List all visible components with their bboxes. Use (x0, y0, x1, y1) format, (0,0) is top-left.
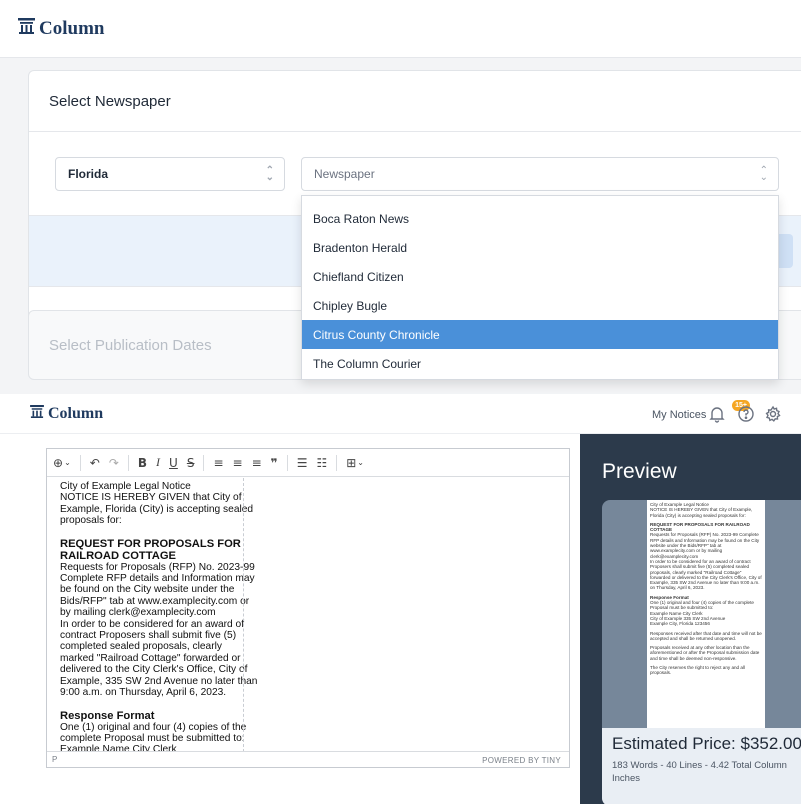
state-select[interactable]: Florida ⌃ ⌄ (55, 157, 285, 191)
preview-title: Preview (602, 460, 677, 483)
bullet-list-icon[interactable]: ☰ (297, 456, 308, 470)
blockquote-icon[interactable]: ❞ (271, 456, 278, 470)
preview-card: City of Example Legal Notice NOTICE IS H… (602, 500, 801, 804)
brand-name: Column (39, 18, 105, 39)
undo-icon[interactable]: ↶ (90, 456, 100, 470)
notice-heading: Response Format (60, 709, 155, 722)
redo-icon[interactable]: ↷ (109, 456, 119, 470)
preview-body: Responses received after that date and t… (650, 630, 762, 641)
newspaper-select-placeholder: Newspaper (314, 167, 375, 181)
dropdown-option[interactable]: Chipley Bugle (302, 291, 778, 320)
strikethrough-icon[interactable]: S (187, 456, 195, 470)
toolbar-divider (286, 454, 288, 471)
notice-heading: REQUEST FOR PROPOSALS FOR RAILROAD COTTA… (60, 537, 241, 562)
column-logo-icon (18, 18, 35, 40)
element-path: P (52, 755, 58, 764)
preview-heading: REQUEST FOR PROPOSALS FOR RAILROAD COTTA… (650, 521, 750, 533)
gear-icon[interactable] (764, 405, 782, 423)
estimated-price-box: Estimated Price: $352.00 183 Words - 40 … (602, 728, 801, 804)
toolbar-divider (79, 454, 81, 471)
preview-panel: Preview City of Example Legal Notice NOT… (580, 434, 801, 804)
notice-document[interactable]: City of Example Legal Notice NOTICE IS H… (60, 481, 258, 752)
table-icon[interactable]: ⊞ ⌄ (346, 456, 364, 470)
brand-name: Column (48, 405, 104, 422)
notice-body: One (1) original and four (4) copies of … (60, 721, 247, 753)
app-header: Column My Notices 15+ (0, 394, 801, 434)
notice-editor-panel: Column My Notices 15+ ⊕ ⌄ ↶ ↷ B I U S ≡ ≡… (0, 394, 801, 804)
column-width-guide (243, 478, 244, 752)
preview-body: Proposals received at any other location… (650, 645, 760, 661)
publication-dates-title: Select Publication Dates (49, 337, 212, 354)
align-right-icon[interactable]: ≡ (252, 456, 262, 470)
newspaper-selection-panel: Column Select Newspaper Florida ⌃ ⌄ Newsp… (0, 0, 801, 394)
chevron-updown-icon: ⌃ ⌄ (759, 165, 768, 183)
powered-by-label[interactable]: POWERED BY TINY (482, 756, 561, 765)
notice-stats: 183 Words - 40 Lines - 4.42 Total Column… (612, 760, 787, 784)
estimated-price: Estimated Price: $352.00 (612, 734, 801, 753)
toolbar-divider (127, 454, 129, 471)
notice-body: Requests for Proposals (RFP) No. 2023-99… (60, 561, 258, 699)
dropdown-option-selected[interactable]: Citrus County Chronicle (302, 320, 778, 349)
divider (29, 131, 801, 132)
editor-toolbar: ⊕ ⌄ ↶ ↷ B I U S ≡ ≡ ≡ ❞ ☰ ☷ ⊞ ⌄ (47, 449, 569, 477)
editor-statusbar: P POWERED BY TINY (47, 751, 569, 767)
dropdown-option[interactable]: Chiefland Citizen (302, 262, 778, 291)
state-select-value: Florida (68, 167, 109, 181)
bold-icon[interactable]: B (138, 456, 147, 470)
column-logo[interactable]: Column (30, 405, 103, 423)
column-logo-icon (30, 405, 44, 423)
column-logo[interactable]: Column (18, 18, 104, 40)
toolbar-divider (336, 454, 338, 471)
align-left-icon[interactable]: ≡ (213, 456, 223, 470)
toolbar-divider (203, 454, 205, 471)
numbered-list-icon[interactable]: ☷ (316, 456, 327, 470)
editor-content-area[interactable]: City of Example Legal Notice NOTICE IS H… (47, 478, 569, 752)
help-icon[interactable] (737, 405, 755, 423)
notice-intro: City of Example Legal Notice NOTICE IS H… (60, 481, 254, 527)
dropdown-option[interactable]: The Column Courier (302, 349, 778, 378)
preview-body: The City reserves the right to reject an… (650, 665, 745, 676)
dropdown-option[interactable]: Boca Raton News (302, 204, 778, 233)
dropdown-option[interactable]: Bradenton Herald (302, 233, 778, 262)
chevron-updown-icon: ⌃ ⌄ (265, 165, 274, 183)
bell-icon[interactable] (708, 405, 726, 423)
preview-body: Requests for Proposals (RFP) No. 2023-99… (650, 532, 762, 591)
select-newspaper-title: Select Newspaper (49, 93, 171, 110)
notice-preview-thumbnail: City of Example Legal Notice NOTICE IS H… (647, 500, 765, 740)
preview-body: One (1) original and four (4) copies of … (650, 600, 754, 627)
notice-editor[interactable]: ⊕ ⌄ ↶ ↷ B I U S ≡ ≡ ≡ ❞ ☰ ☷ ⊞ ⌄ City of Ex… (46, 448, 570, 768)
app-header: Column (0, 0, 801, 58)
zoom-icon[interactable]: ⊕ ⌄ (53, 456, 71, 470)
my-notices-link[interactable]: My Notices (652, 409, 706, 421)
italic-icon[interactable]: I (156, 455, 160, 470)
underline-icon[interactable]: U (169, 456, 178, 470)
align-center-icon[interactable]: ≡ (233, 456, 243, 470)
newspaper-dropdown[interactable]: Boca Raton News Bradenton Herald Chiefla… (301, 195, 779, 380)
newspaper-select[interactable]: Newspaper ⌃ ⌄ (301, 157, 779, 191)
preview-intro: City of Example Legal Notice NOTICE IS H… (650, 502, 753, 518)
